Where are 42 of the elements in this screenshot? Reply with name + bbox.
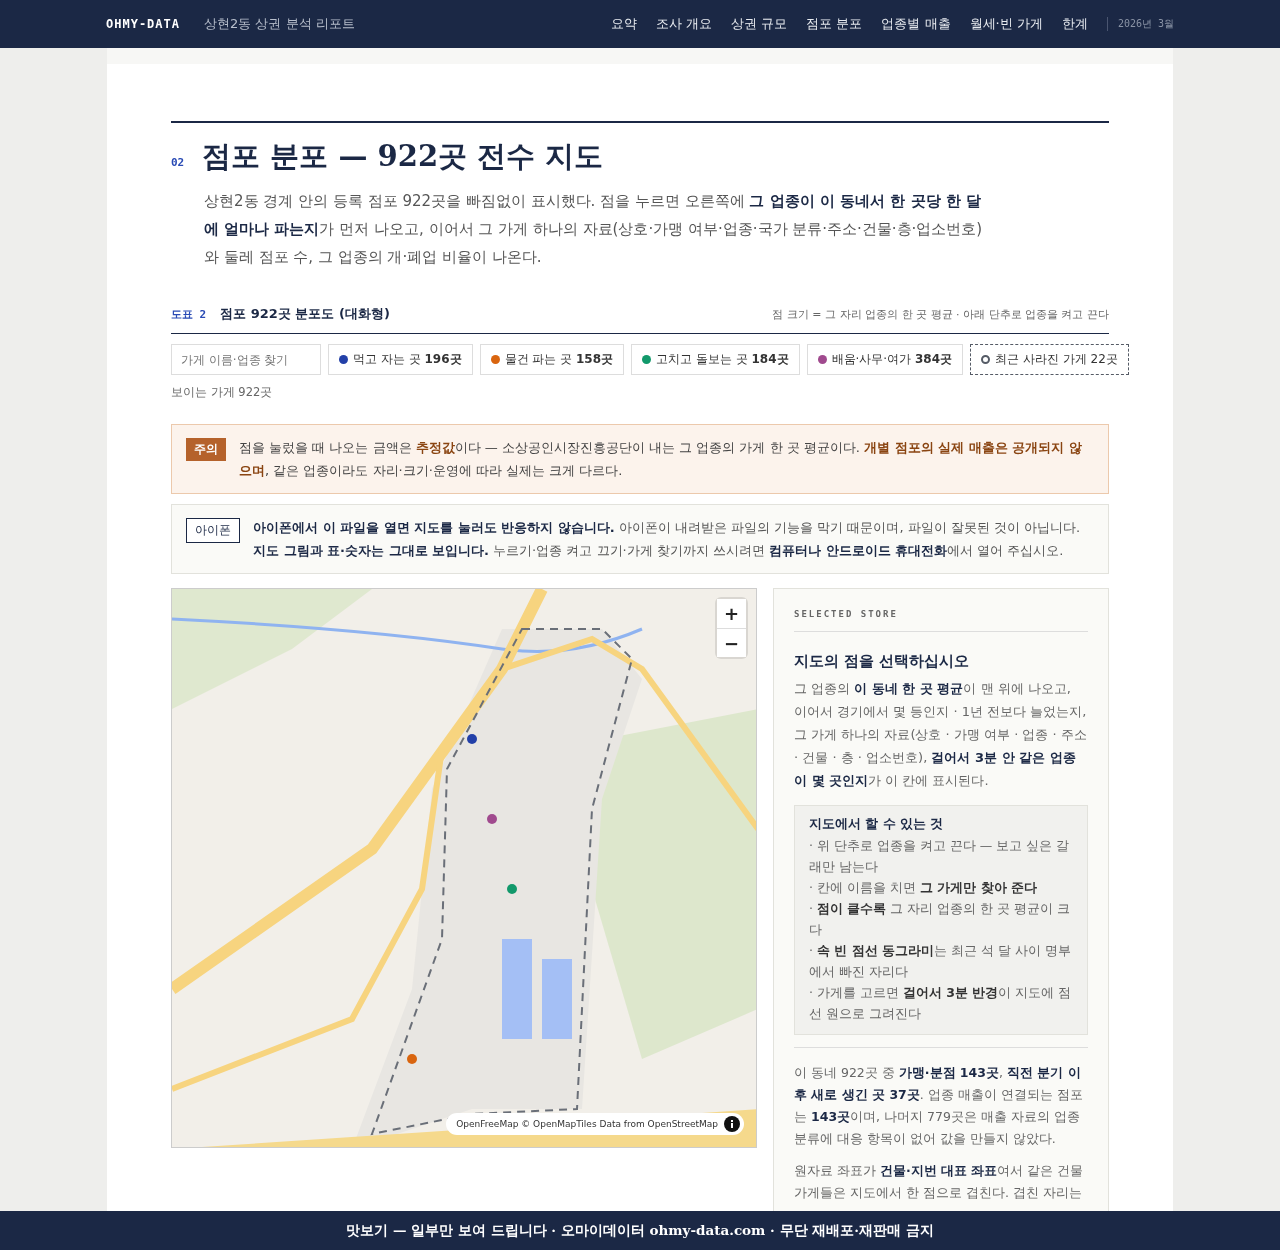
panel-text: 그 업종의 이 동네 한 곳 평균이 맨 위에 나오고, 이어서 경기에서 몇 등인지 · 1년 전보다 늘었는지, 그 가게 하나의 자료(상호 · 가맹 여부 · 업종 · 주소 · 건물 · 층 · 업소번호), 걸어서 3분 안 같은 업종이 몇 곳인지가 이 칸에 표시된다. xyxy=(794,680,1088,790)
section-number: 02 xyxy=(171,156,185,169)
intro-paragraph: 상현2동 경계 안의 등록 점포 922곳을 빠짐없이 표시했다. 점을 누르면 오른쪽에 그 업종이 이 동네서 한 곳당 한 달에 얼마나 파는지가 먼저 나오고, 이어서 그 가게 하나의 자료(상호·가맹 여부·업종·국가 분류·주소·건물·층·업소번호)와 둘레 점포 수, 그 업종의 개·폐업 비율이 나온다. xyxy=(204,191,984,268)
category-filter-button[interactable]: 물건 파는 곳 158곳 xyxy=(479,344,625,375)
notice-badge: 주의 xyxy=(186,438,226,461)
nav-link[interactable]: 한계 xyxy=(1061,15,1088,33)
notice-text: 점을 눌렀을 때 나오는 금액은 추정값이다 — 소상공인시장진흥공단이 내는 그 업종의 가게 한 곳 평균이다. 개별 점포의 실제 매출은 공개되지 않으며, 같은 업종이라도 자리·크기·운영에 따라 실제는 크게 다르다. xyxy=(239,439,1083,480)
nav-link[interactable]: 월세·빈 가게 xyxy=(969,15,1043,33)
panel-eyebrow: SELECTED STORE xyxy=(794,609,1088,632)
tip-text: · 속 빈 점선 동그라미는 최근 석 달 사이 명부에서 빠진 자리다 xyxy=(809,942,1072,981)
tip-text: · 가게를 고르면 걸어서 3분 반경이 지도에 점선 원으로 그려진다 xyxy=(809,984,1073,1023)
report-title: 상현2동 상권 분석 리포트 xyxy=(204,15,355,33)
figure-title: 점포 922곳 분포도 (대화형) xyxy=(220,305,390,323)
category-filter-button[interactable]: 배움·사무·여가 384곳 xyxy=(806,344,964,375)
panel-note: 이 동네 922곳 중 가맹·분점 143곳, 직전 분기 이후 새로 생긴 곳 37곳. 업종 매출이 연결되는 점포는 143곳이며, 나머지 779곳은 매출 자료의 업종 분류에 대응 항목이 없어 값을 만들지 않았다. xyxy=(794,1064,1084,1148)
section-title: 점포 분포 — 922곳 전수 지도 xyxy=(202,138,604,175)
nav-link[interactable]: 점포 분포 xyxy=(806,15,863,33)
category-filter-button[interactable]: 고치고 돌보는 곳 184곳 xyxy=(631,344,800,375)
tip-text: · 위 단추로 업종을 켜고 끈다 — 보고 싶은 갈래만 남는다 xyxy=(809,837,1071,876)
tip-text: · 점이 클수록 그 자리 업종의 한 곳 평균이 크다 xyxy=(809,900,1072,939)
notice-badge: 아이폰 xyxy=(186,518,240,543)
figure-note: 점 크기 = 그 자리 업종의 한 곳 평균 · 아래 단추로 업종을 켜고 끈다 xyxy=(772,307,1109,322)
info-icon[interactable] xyxy=(724,1116,740,1132)
attribution-text: OpenFreeMap © OpenMapTiles Data from OpenStreetMap xyxy=(456,1119,718,1129)
brand-logo[interactable]: OHMY-DATA xyxy=(106,17,181,31)
nav-link[interactable]: 요약 xyxy=(611,15,638,33)
nav-link[interactable]: 업종별 매출 xyxy=(881,15,951,33)
category-filter-button[interactable]: 최근 사라진 가게 22곳 xyxy=(970,344,1129,375)
category-filter-button[interactable]: 먹고 자는 곳 196곳 xyxy=(328,344,473,375)
search-field[interactable]: 가게 이름·업종 찾기 xyxy=(171,344,321,375)
nav-link[interactable]: 상권 규모 xyxy=(731,15,788,33)
report-date: 2026년 3월 xyxy=(1106,17,1174,31)
panel-note: 원자료 좌표가 건물·지번 대표 좌표여서 같은 건물 가게들은 지도에서 한 점으로 겹친다. 겹친 자리는 xyxy=(794,1162,1085,1202)
preview-banner: 맛보기 — 일부만 보여 드립니다 · 오마이데이터 ohmy-data.com · 무단 재배포·재판매 금지 xyxy=(0,1211,1280,1250)
nav-link[interactable]: 조사 개요 xyxy=(656,15,713,33)
figure-label: 도표 2 xyxy=(171,307,207,322)
notice-text: 아이폰에서 이 파일을 열면 지도를 눌러도 반응하지 않습니다. 아이폰이 내려받은 파일의 기능을 막기 때문이며, 파일이 잘못된 것이 아닙니다. 지도 그림과 표·숫자는 그대로 보입니다. 누르기·업종 켜고 끄기·가게 찾기까지 쓰시려면 컴퓨터나 안드로이드 휴대전화에서 열어 주십시오. xyxy=(253,519,1082,560)
tip-text: · 칸에 이름을 치면 그 가게만 찾아 준다 xyxy=(809,879,1038,897)
tips-title: 지도에서 할 수 있는 것 xyxy=(809,816,945,833)
panel-heading: 지도의 점을 선택하십시오 xyxy=(794,652,971,671)
visible-count: 보이는 가게 922곳 xyxy=(171,385,274,400)
zoom-out-button[interactable]: − xyxy=(717,628,746,657)
